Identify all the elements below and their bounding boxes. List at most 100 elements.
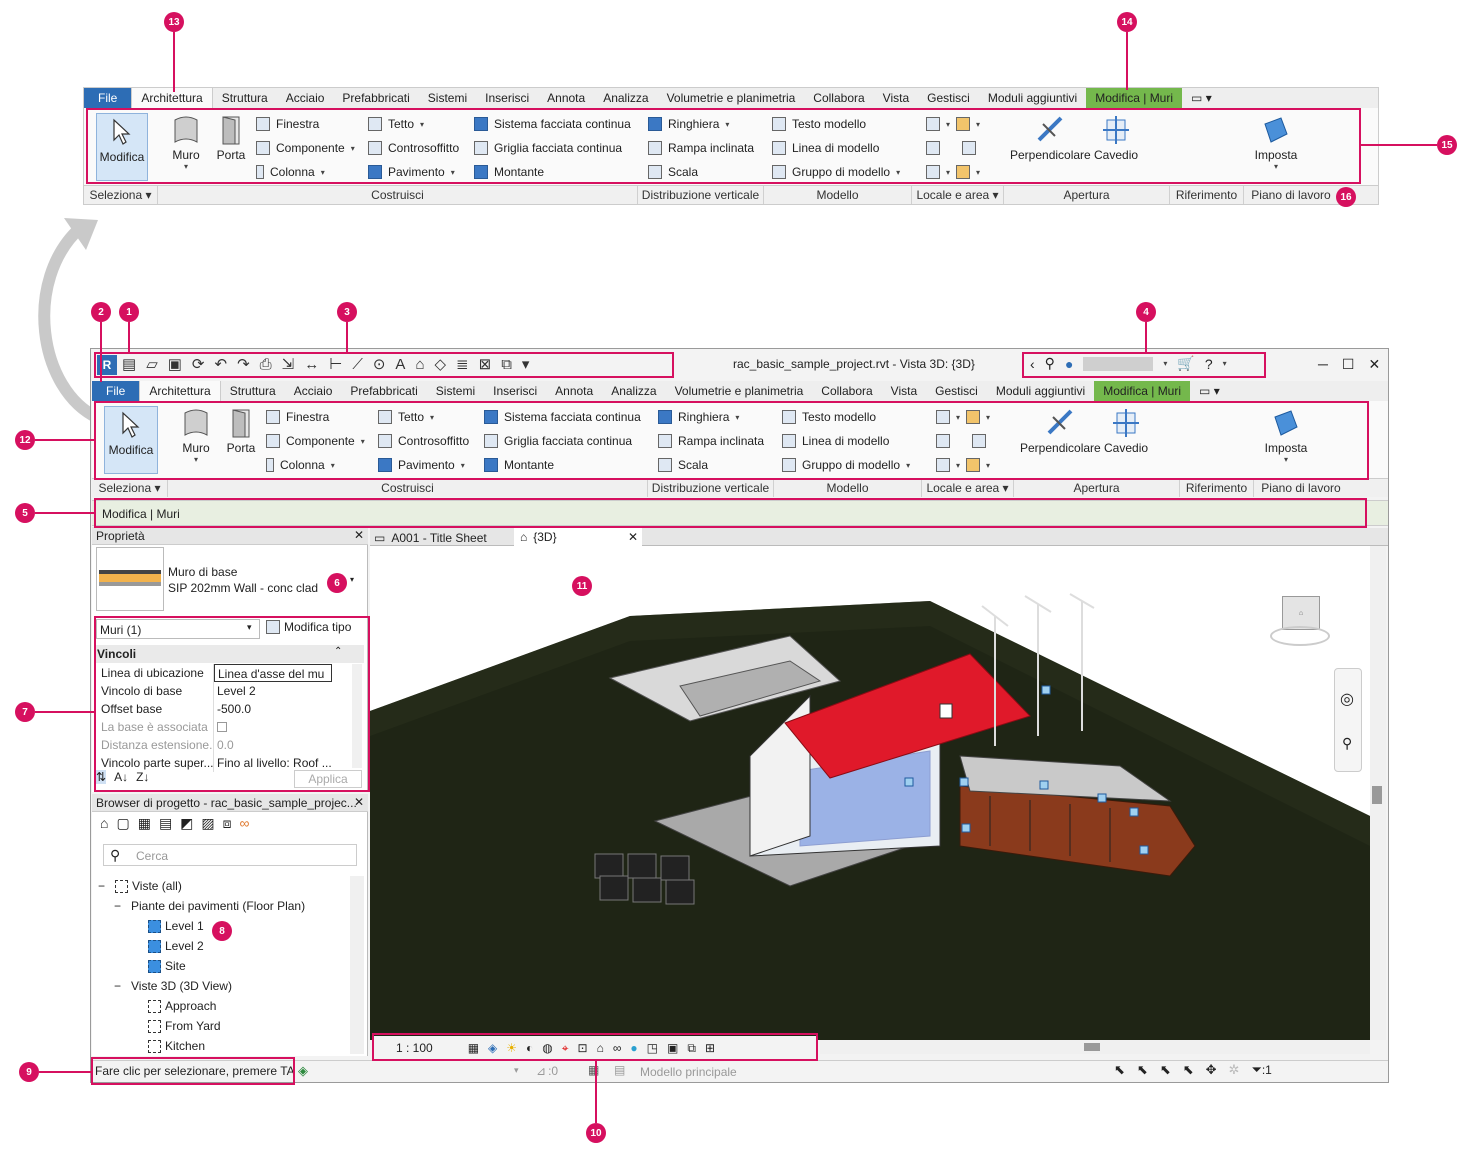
tab-acciaio-top[interactable]: Acciaio xyxy=(277,88,334,108)
visual-style-icon[interactable]: ◈ xyxy=(488,1041,497,1055)
area-tag-tools-top[interactable]: ▾ ▾ xyxy=(926,165,980,179)
user-name-blurred[interactable] xyxy=(1083,356,1154,371)
collapse-icon[interactable]: ⌃ xyxy=(334,646,342,657)
viewport-h-thumb[interactable] xyxy=(1084,1043,1100,1051)
cart-icon[interactable]: 🛒 xyxy=(1177,355,1194,372)
detail-level-icon[interactable]: ▦ xyxy=(468,1041,479,1055)
linea-modello-button[interactable]: Linea di modello xyxy=(782,434,889,448)
3d-filter-icon[interactable]: ▢ xyxy=(116,815,129,832)
constraints-icon[interactable]: ⊞ xyxy=(705,1041,715,1055)
drag-elements-icon[interactable]: ✥ xyxy=(1206,1062,1217,1078)
redo-icon[interactable]: ↷ xyxy=(237,355,250,373)
section-icon[interactable]: ◇ xyxy=(435,355,447,373)
steering-wheel-icon[interactable]: ◎ xyxy=(1340,689,1354,709)
colonna-button[interactable]: Colonna ▾ xyxy=(266,458,335,472)
sync-icon[interactable]: ⟳ xyxy=(192,355,205,373)
scala-button[interactable]: Scala xyxy=(658,458,708,472)
tab-gestisci-top[interactable]: Gestisci xyxy=(918,88,979,108)
tree-approach[interactable]: Approach xyxy=(148,999,216,1013)
viewport-v-thumb[interactable] xyxy=(1372,786,1382,804)
area-tag-tools[interactable]: ▾ ▾ xyxy=(936,458,990,472)
tab-collabora-top[interactable]: Collabora xyxy=(804,88,873,108)
export-icon[interactable]: ⇲ xyxy=(282,355,295,373)
type-selector-dropdown-icon[interactable]: ▾ xyxy=(350,575,354,584)
imposta-button-top[interactable]: Imposta ▾ xyxy=(1250,114,1302,171)
checkbox[interactable] xyxy=(217,722,227,732)
linea-modello-button-top[interactable]: Linea di modello xyxy=(772,141,879,155)
thin-lines-icon[interactable]: ≣ xyxy=(456,355,469,373)
sheets-icon[interactable]: ▤ xyxy=(159,815,172,832)
cavedio-button[interactable]: Cavedio xyxy=(1104,407,1148,455)
rampa-button-top[interactable]: Rampa inclinata xyxy=(648,141,754,155)
temp-view-properties-icon[interactable]: ◳ xyxy=(647,1041,658,1055)
align-dimension-icon[interactable]: ⟋ xyxy=(352,356,363,373)
tab-analizza[interactable]: Analizza xyxy=(602,381,665,401)
tree-site[interactable]: Site xyxy=(148,959,186,973)
controsoffitto-button-top[interactable]: Controsoffitto xyxy=(368,141,459,155)
worksharing-icon[interactable]: ▣ xyxy=(667,1041,678,1055)
tree-kitchen[interactable]: Kitchen xyxy=(148,1039,205,1053)
prop-row[interactable]: Offset base -500.0 xyxy=(94,700,332,718)
dimension-icon[interactable]: ⊢ xyxy=(329,355,342,373)
browser-search[interactable]: ⚲ Cerca xyxy=(103,844,357,866)
close-icon[interactable]: ✕ xyxy=(354,528,364,542)
griglia-facciata-button-top[interactable]: Griglia facciata continua xyxy=(474,141,622,155)
panel-seleziona[interactable]: Seleziona ▾ xyxy=(92,479,168,497)
tab-modifica-muri[interactable]: Modifica | Muri xyxy=(1094,381,1191,401)
tab-acciaio[interactable]: Acciaio xyxy=(285,381,342,401)
reveal-hidden-icon[interactable]: ● xyxy=(630,1041,637,1055)
colonna-button-top[interactable]: Colonna ▾ xyxy=(256,165,325,179)
room-tools-top[interactable]: ▾ ▾ xyxy=(926,117,980,131)
rampa-button[interactable]: Rampa inclinata xyxy=(658,434,764,448)
ringhiera-button[interactable]: Ringhiera ▾ xyxy=(658,410,739,424)
tab-struttura-top[interactable]: Struttura xyxy=(213,88,277,108)
default-3d-icon[interactable]: ⌂ xyxy=(415,356,424,373)
unlocked-3d-icon[interactable]: ⌂ xyxy=(597,1041,604,1055)
room-tools[interactable]: ▾ ▾ xyxy=(936,410,990,424)
minimize-icon[interactable]: ─ xyxy=(1318,356,1328,373)
chevron-left-icon[interactable]: ‹ xyxy=(1030,356,1035,372)
revit-links-icon[interactable]: ⧈ xyxy=(223,815,232,832)
tab-annota-top[interactable]: Annota xyxy=(538,88,594,108)
select-underlay-icon[interactable]: ⬉ xyxy=(1137,1062,1148,1078)
montante-button-top[interactable]: Montante xyxy=(474,165,544,179)
view-scale[interactable]: 1 : 100 xyxy=(396,1041,433,1055)
tab-moduli-top[interactable]: Moduli aggiuntivi xyxy=(979,88,1086,108)
tab-vista-top[interactable]: Vista xyxy=(874,88,918,108)
prop-row[interactable]: Distanza estensione... 0.0 xyxy=(94,736,332,754)
muro-button[interactable]: Muro ▾ xyxy=(178,407,214,464)
prop-row[interactable]: La base è associata xyxy=(94,718,332,736)
close-icon[interactable]: ✕ xyxy=(1368,356,1380,373)
tab-struttura[interactable]: Struttura xyxy=(221,381,285,401)
montante-button[interactable]: Montante xyxy=(484,458,554,472)
maximize-icon[interactable]: ☐ xyxy=(1342,356,1355,373)
tab-volumetrie[interactable]: Volumetrie e planimetria xyxy=(666,381,813,401)
ringhiera-button-top[interactable]: Ringhiera ▾ xyxy=(648,117,729,131)
tab-inserisci-top[interactable]: Inserisci xyxy=(476,88,538,108)
tab-collabora[interactable]: Collabora xyxy=(812,381,881,401)
tree-from-yard[interactable]: From Yard xyxy=(148,1019,221,1033)
close-icon[interactable]: ✕ xyxy=(628,530,638,544)
perpendicolare-button-top[interactable]: Perpendicolare xyxy=(1010,114,1091,162)
finestra-button[interactable]: Finestra xyxy=(266,410,329,424)
pavimento-button[interactable]: Pavimento ▾ xyxy=(378,458,465,472)
room-tag-tools[interactable] xyxy=(936,434,986,448)
print-icon[interactable]: ⎙ xyxy=(260,356,272,373)
tree-views-all[interactable]: − Viste (all) xyxy=(98,879,182,893)
componente-button[interactable]: Componente ▾ xyxy=(266,434,365,448)
testo-modello-button-top[interactable]: Testo modello xyxy=(772,117,866,131)
help-dropdown-icon[interactable]: ▾ xyxy=(1223,359,1227,368)
close-hidden-icon[interactable]: ⊠ xyxy=(479,355,492,373)
undo-icon[interactable]: ↶ xyxy=(215,355,228,373)
tree-floor-plans[interactable]: − Piante dei pavimenti (Floor Plan) xyxy=(114,899,305,913)
sort-za-icon[interactable]: Z↓ xyxy=(136,770,149,784)
properties-scrollbar[interactable] xyxy=(352,664,362,768)
tab-modifica-muri-top[interactable]: Modifica | Muri xyxy=(1086,88,1183,108)
doc-tab-3d[interactable]: ⌂ {3D} ✕ xyxy=(514,528,642,546)
sort-az-icon[interactable]: A↓ xyxy=(114,770,128,784)
temp-hide-icon[interactable]: ∞ xyxy=(613,1041,622,1055)
porta-button[interactable]: Porta xyxy=(224,407,258,455)
controsoffitto-button[interactable]: Controsoffitto xyxy=(378,434,469,448)
viewport[interactable]: ⌂ ◎ ⚲ xyxy=(370,546,1370,1040)
sun-path-icon[interactable]: ☀ xyxy=(506,1041,517,1055)
